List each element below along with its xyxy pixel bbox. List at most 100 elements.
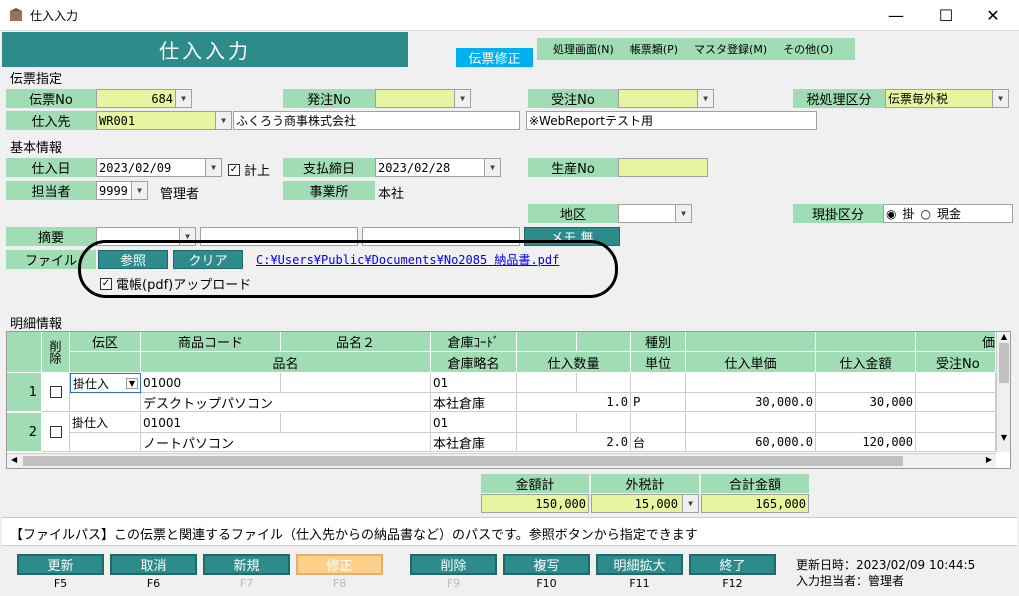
scroll-up-icon[interactable]: ▲	[997, 332, 1010, 341]
cancel-button[interactable]: 取消	[110, 554, 197, 575]
row-cell[interactable]	[517, 413, 577, 433]
row-price[interactable]: 60,000.0	[686, 433, 816, 452]
slip-no-value: 684	[151, 91, 173, 106]
delete-button[interactable]: 削除	[410, 554, 497, 575]
row-received-no[interactable]	[916, 393, 996, 412]
scroll-down-icon[interactable]: ▼	[997, 433, 1010, 442]
note-field[interactable]: ※WebReportテスト用	[526, 111, 817, 130]
scroll-right-icon[interactable]: ▶	[986, 455, 992, 464]
header-received-no: 受注No	[916, 352, 996, 373]
chevron-down-icon[interactable]: ▼	[215, 112, 231, 129]
chevron-down-icon[interactable]: ▼	[454, 90, 470, 107]
area-select[interactable]: ▼	[618, 204, 692, 223]
date-value: 2023/02/09	[99, 160, 172, 175]
chevron-down-icon[interactable]: ▼	[175, 90, 191, 107]
chevron-down-icon[interactable]: ▼	[205, 159, 221, 176]
received-no-field[interactable]: ▼	[618, 89, 714, 108]
row-cell[interactable]	[577, 373, 631, 393]
row-kubun-select[interactable]: 掛仕入 ▼	[70, 373, 141, 393]
row-cell[interactable]	[816, 413, 916, 433]
minimize-button[interactable]: —	[873, 0, 919, 31]
row-cell[interactable]	[816, 373, 916, 393]
keijo-checkbox[interactable]: ✓ 計上	[228, 160, 270, 179]
row-name[interactable]: ノートパソコン	[141, 433, 431, 452]
menu-item-other[interactable]: その他(O)	[783, 41, 833, 57]
row-received-no[interactable]	[916, 433, 996, 452]
header-type: 種別	[631, 332, 686, 352]
chevron-down-icon[interactable]: ▼	[697, 90, 713, 107]
row-wh-code[interactable]: 01	[431, 373, 517, 393]
row-cell[interactable]	[686, 413, 816, 433]
radio-selected-icon[interactable]: ◉	[886, 207, 896, 221]
row-wh-name[interactable]: 本社倉庫	[431, 433, 517, 452]
row-wh-code[interactable]: 01	[431, 413, 517, 433]
row-cell[interactable]	[517, 373, 577, 393]
row-price[interactable]: 30,000.0	[686, 393, 816, 412]
row-unit[interactable]: P	[631, 393, 686, 412]
edit-button[interactable]: 修正	[296, 554, 383, 575]
header-code: 商品コード	[141, 332, 281, 352]
supplier-name-field[interactable]: ふくろう商事株式会社	[233, 111, 520, 130]
chevron-down-icon[interactable]: ▼	[484, 159, 500, 176]
scroll-left-icon[interactable]: ◀	[11, 455, 17, 464]
row-cell[interactable]	[686, 373, 816, 393]
row-qty[interactable]: 1.0	[517, 393, 631, 412]
order-no-field[interactable]: ▼	[375, 89, 471, 108]
supplier-code-field[interactable]: WR001 ▼	[96, 111, 232, 130]
radio-icon[interactable]: ○	[921, 207, 931, 221]
horizontal-scrollbar[interactable]: ◀ ▶	[7, 453, 996, 468]
scroll-thumb[interactable]	[999, 343, 1009, 383]
staff-code-field[interactable]: 9999 ▼	[96, 181, 148, 200]
row-delete-checkbox[interactable]	[42, 373, 70, 412]
row-cell[interactable]	[631, 373, 686, 393]
expand-detail-button[interactable]: 明細拡大	[596, 554, 683, 575]
date-field[interactable]: 2023/02/09 ▼	[96, 158, 222, 177]
chevron-down-icon[interactable]: ▼	[992, 90, 1008, 107]
tax-select[interactable]: 伝票毎外税 ▼	[885, 89, 1009, 108]
tax-total-field[interactable]: 15,000 ▼	[591, 494, 699, 513]
row-cell[interactable]	[70, 393, 141, 412]
row-cell[interactable]	[631, 413, 686, 433]
row-amount[interactable]: 120,000	[816, 433, 916, 452]
sum-value: 150,000	[481, 494, 589, 513]
chevron-down-icon[interactable]: ▼	[131, 182, 147, 199]
row-cell[interactable]	[70, 433, 141, 452]
staff-name: 管理者	[160, 187, 200, 202]
row-cell[interactable]	[916, 373, 996, 393]
copy-button[interactable]: 複写	[503, 554, 590, 575]
close-button[interactable]: ✕	[970, 0, 1016, 31]
row-code[interactable]: 01000	[141, 373, 281, 393]
menu-item-screen[interactable]: 処理画面(N)	[553, 41, 614, 57]
check-icon: ✓	[228, 163, 240, 176]
menu-item-reports[interactable]: 帳票類(P)	[630, 41, 678, 57]
row-name2[interactable]	[281, 413, 431, 433]
prod-no-field[interactable]	[618, 158, 708, 177]
header-blank-left	[70, 352, 141, 373]
row-wh-name[interactable]: 本社倉庫	[431, 393, 517, 412]
slip-no-field[interactable]: 684 ▼	[96, 89, 192, 108]
maximize-button[interactable]: ☐	[923, 0, 969, 31]
new-button[interactable]: 新規	[203, 554, 290, 575]
pay-date-field[interactable]: 2023/02/28 ▼	[375, 158, 501, 177]
row-kubun[interactable]: 掛仕入	[70, 413, 141, 433]
scroll-thumb[interactable]	[23, 456, 903, 466]
row-cell[interactable]	[577, 413, 631, 433]
row-amount[interactable]: 30,000	[816, 393, 916, 412]
vertical-scrollbar[interactable]: ▲ ▼	[996, 332, 1010, 452]
fkey-caption: F11	[629, 577, 650, 590]
supplier-code: WR001	[99, 113, 136, 128]
chevron-down-icon[interactable]: ▼	[682, 495, 698, 512]
row-qty[interactable]: 2.0	[517, 433, 631, 452]
menu-item-master[interactable]: マスタ登録(M)	[694, 41, 767, 57]
row-code[interactable]: 01001	[141, 413, 281, 433]
cash-opt-genkin: 現金	[936, 207, 961, 221]
update-button[interactable]: 更新	[17, 554, 104, 575]
row-unit[interactable]: 台	[631, 433, 686, 452]
row-cell[interactable]	[916, 413, 996, 433]
chevron-down-icon[interactable]: ▼	[125, 377, 138, 389]
row-name[interactable]: デスクトップパソコン	[141, 393, 431, 412]
row-name2[interactable]	[281, 373, 431, 393]
exit-button[interactable]: 終了	[689, 554, 776, 575]
row-delete-checkbox[interactable]	[42, 413, 70, 452]
chevron-down-icon[interactable]: ▼	[675, 205, 691, 222]
